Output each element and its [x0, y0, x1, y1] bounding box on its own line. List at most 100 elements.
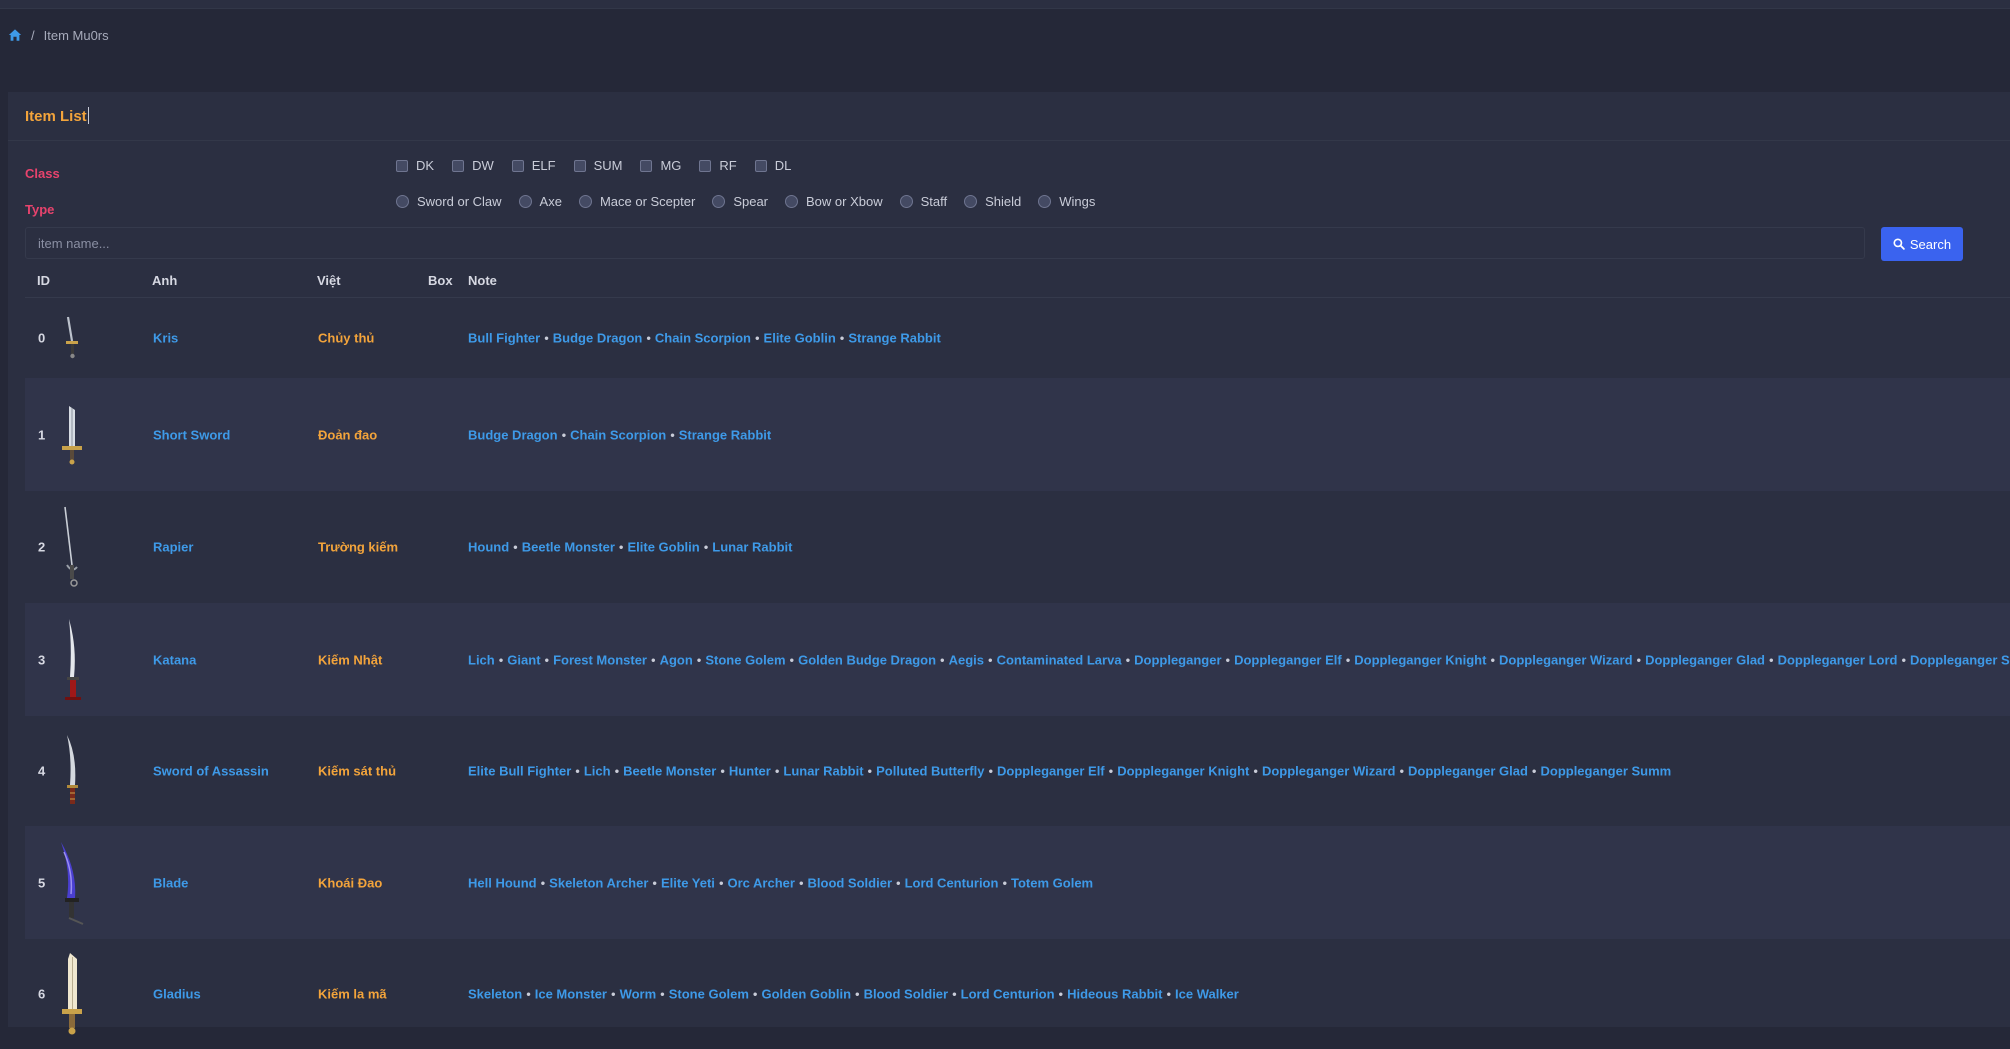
item-name-link[interactable]: Katana: [153, 652, 196, 667]
type-radio[interactable]: [396, 195, 409, 208]
monster-link[interactable]: Doppleganger Summ: [1540, 764, 1671, 779]
monster-link[interactable]: Lich: [468, 652, 495, 667]
search-button[interactable]: Search: [1881, 227, 1963, 261]
monster-link[interactable]: Bull Fighter: [468, 331, 540, 346]
monster-link[interactable]: Ice Walker: [1175, 987, 1239, 1002]
monster-link[interactable]: Hideous Rabbit: [1067, 987, 1162, 1002]
monster-link[interactable]: Doppleganger Knight: [1354, 652, 1486, 667]
class-option-mg[interactable]: MG: [640, 158, 681, 173]
type-radio[interactable]: [712, 195, 726, 208]
monster-link[interactable]: Doppleganger Lord: [1778, 652, 1898, 667]
monster-link[interactable]: Aegis: [949, 652, 984, 667]
class-option-dl[interactable]: DL: [754, 158, 791, 173]
monster-link[interactable]: Hunter: [729, 764, 771, 779]
monster-link[interactable]: Doppleganger Wizard: [1499, 652, 1633, 667]
monster-link[interactable]: Strange Rabbit: [848, 331, 940, 346]
monster-link[interactable]: Stone Golem: [705, 652, 785, 667]
monster-link[interactable]: Skeleton: [468, 987, 522, 1002]
type-radio[interactable]: [899, 195, 913, 208]
type-option-axe[interactable]: Axe: [518, 194, 562, 209]
class-checkbox[interactable]: [573, 159, 586, 172]
type-radio[interactable]: [964, 195, 978, 208]
monster-link[interactable]: Totem Golem: [1011, 875, 1093, 890]
monster-link[interactable]: Beetle Monster: [522, 540, 615, 555]
monster-link[interactable]: Ice Monster: [535, 987, 607, 1002]
class-checkbox[interactable]: [640, 159, 653, 172]
type-option-shield[interactable]: Shield: [964, 194, 1021, 209]
monster-link[interactable]: Doppleganger Glad: [1645, 652, 1765, 667]
monster-link[interactable]: Doppleganger Glad: [1408, 764, 1528, 779]
type-radio[interactable]: [1038, 195, 1052, 208]
monster-link[interactable]: Doppleganger Summ: [1910, 652, 2010, 667]
monster-link[interactable]: Beetle Monster: [623, 764, 716, 779]
item-name-link[interactable]: Sword of Assassin: [153, 764, 269, 779]
class-option-elf[interactable]: ELF: [511, 158, 556, 173]
monster-link[interactable]: Lunar Rabbit: [783, 764, 863, 779]
monster-link[interactable]: Elite Goblin: [764, 331, 836, 346]
monster-link[interactable]: Lunar Rabbit: [712, 540, 792, 555]
monster-link[interactable]: Blood Soldier: [864, 987, 949, 1002]
monster-link[interactable]: Strange Rabbit: [679, 427, 771, 442]
item-name-link[interactable]: Gladius: [153, 987, 201, 1002]
class-option-rf[interactable]: RF: [699, 158, 737, 173]
monster-link[interactable]: Lord Centurion: [905, 875, 999, 890]
class-option-dk[interactable]: DK: [396, 158, 434, 173]
monster-link[interactable]: Giant: [507, 652, 540, 667]
monster-link[interactable]: Doppleganger Knight: [1117, 764, 1249, 779]
separator-dot: •: [1253, 763, 1258, 779]
monster-link[interactable]: Stone Golem: [669, 987, 749, 1002]
monster-link[interactable]: Golden Goblin: [761, 987, 851, 1002]
monster-link[interactable]: Elite Goblin: [627, 540, 699, 555]
monster-link[interactable]: Orc Archer: [728, 875, 795, 890]
monster-link[interactable]: Doppleganger: [1134, 652, 1221, 667]
monster-link[interactable]: Agon: [660, 652, 693, 667]
class-checkbox[interactable]: [699, 159, 712, 172]
monster-link[interactable]: Chain Scorpion: [570, 427, 666, 442]
monster-link[interactable]: Blood Soldier: [808, 875, 893, 890]
page-title: Item List: [25, 107, 89, 125]
class-option-sum[interactable]: SUM: [573, 158, 622, 173]
monster-link[interactable]: Worm: [620, 987, 657, 1002]
type-radio[interactable]: [518, 195, 532, 208]
home-icon[interactable]: [8, 28, 22, 42]
monster-link[interactable]: Doppleganger Wizard: [1262, 764, 1396, 779]
type-option-wings[interactable]: Wings: [1038, 194, 1095, 209]
type-radio[interactable]: [785, 195, 799, 208]
class-checkbox[interactable]: [511, 159, 524, 172]
item-name-link[interactable]: Rapier: [153, 540, 193, 555]
type-option-staff[interactable]: Staff: [899, 194, 947, 209]
type-option-bow-or-xbow[interactable]: Bow or Xbow: [785, 194, 883, 209]
item-name-link[interactable]: Kris: [153, 331, 178, 346]
item-name-link[interactable]: Short Sword: [153, 427, 230, 442]
monster-link[interactable]: Polluted Butterfly: [876, 764, 984, 779]
monster-link[interactable]: Hell Hound: [468, 875, 537, 890]
monster-link[interactable]: Golden Budge Dragon: [798, 652, 936, 667]
separator-dot: •: [544, 330, 549, 346]
item-id: 5: [38, 875, 46, 890]
monster-link[interactable]: Doppleganger Elf: [1234, 652, 1342, 667]
type-option-mace-or-scepter[interactable]: Mace or Scepter: [578, 194, 695, 209]
monster-link[interactable]: Elite Yeti: [661, 875, 715, 890]
monster-link[interactable]: Hound: [468, 540, 509, 555]
monster-link[interactable]: Budge Dragon: [553, 331, 643, 346]
monster-link[interactable]: Budge Dragon: [468, 427, 558, 442]
monster-link[interactable]: Lich: [584, 764, 611, 779]
monster-link[interactable]: Lord Centurion: [961, 987, 1055, 1002]
monster-link[interactable]: Elite Bull Fighter: [468, 764, 571, 779]
type-option-spear[interactable]: Spear: [712, 194, 768, 209]
class-checkbox[interactable]: [452, 159, 465, 172]
search-button-label: Search: [1909, 236, 1952, 252]
monster-link[interactable]: Skeleton Archer: [549, 875, 648, 890]
monster-link[interactable]: Contaminated Larva: [997, 652, 1122, 667]
type-radio[interactable]: [578, 195, 592, 208]
monster-link[interactable]: Doppleganger Elf: [997, 764, 1105, 779]
class-checkbox[interactable]: [754, 159, 767, 172]
class-option-dw[interactable]: DW: [452, 158, 494, 173]
monster-link[interactable]: Forest Monster: [553, 652, 647, 667]
type-option-sword-or-claw[interactable]: Sword or Claw: [396, 194, 502, 209]
search-input[interactable]: [25, 227, 1865, 259]
monster-link[interactable]: Chain Scorpion: [655, 331, 751, 346]
class-checkbox[interactable]: [396, 159, 408, 172]
header-box: Box: [428, 273, 453, 288]
item-name-link[interactable]: Blade: [153, 875, 188, 890]
